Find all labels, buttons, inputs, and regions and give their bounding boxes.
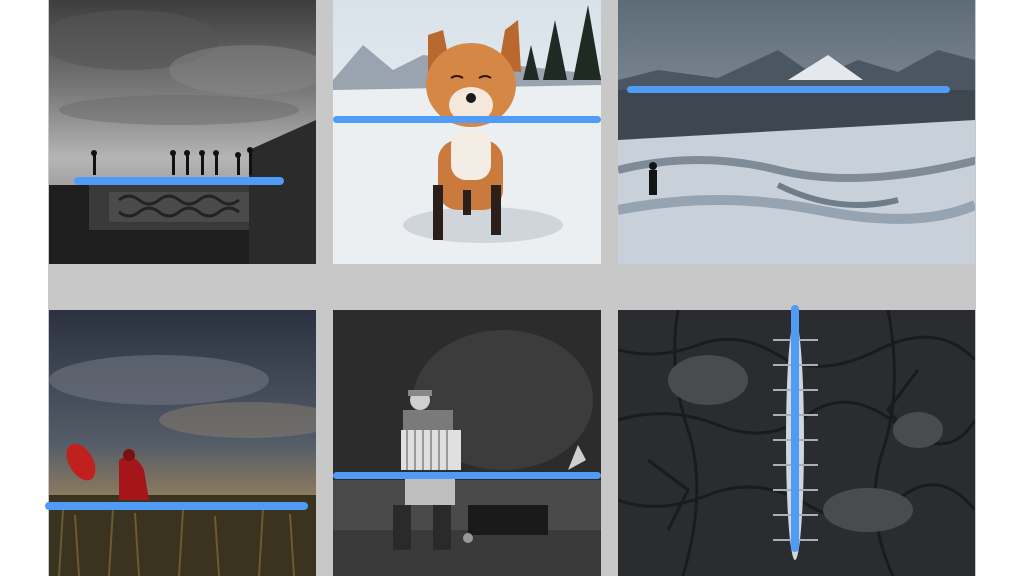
highlight-stroke-tile-5 [333, 472, 601, 479]
highlight-stroke-tile-4 [45, 502, 308, 510]
photo-silhouettes-image [49, 0, 316, 264]
highlight-stroke-tile-2 [333, 116, 601, 123]
photo-silhouettes-on-wall[interactable] [49, 0, 316, 264]
photo-glacier-image [618, 0, 975, 264]
photo-fox-in-snow[interactable] [333, 0, 601, 264]
highlight-stroke-tile-1 [74, 177, 284, 185]
photo-accordion-image [333, 310, 601, 576]
highlight-stroke-tile-6 [791, 305, 799, 552]
photo-red-umbrella-field[interactable] [49, 310, 316, 576]
photo-glacier-walker[interactable] [618, 0, 975, 264]
photo-fox-image [333, 0, 601, 264]
highlight-stroke-tile-3 [627, 86, 950, 93]
photo-umbrella-image [49, 310, 316, 576]
photo-accordion-player[interactable] [333, 310, 601, 576]
